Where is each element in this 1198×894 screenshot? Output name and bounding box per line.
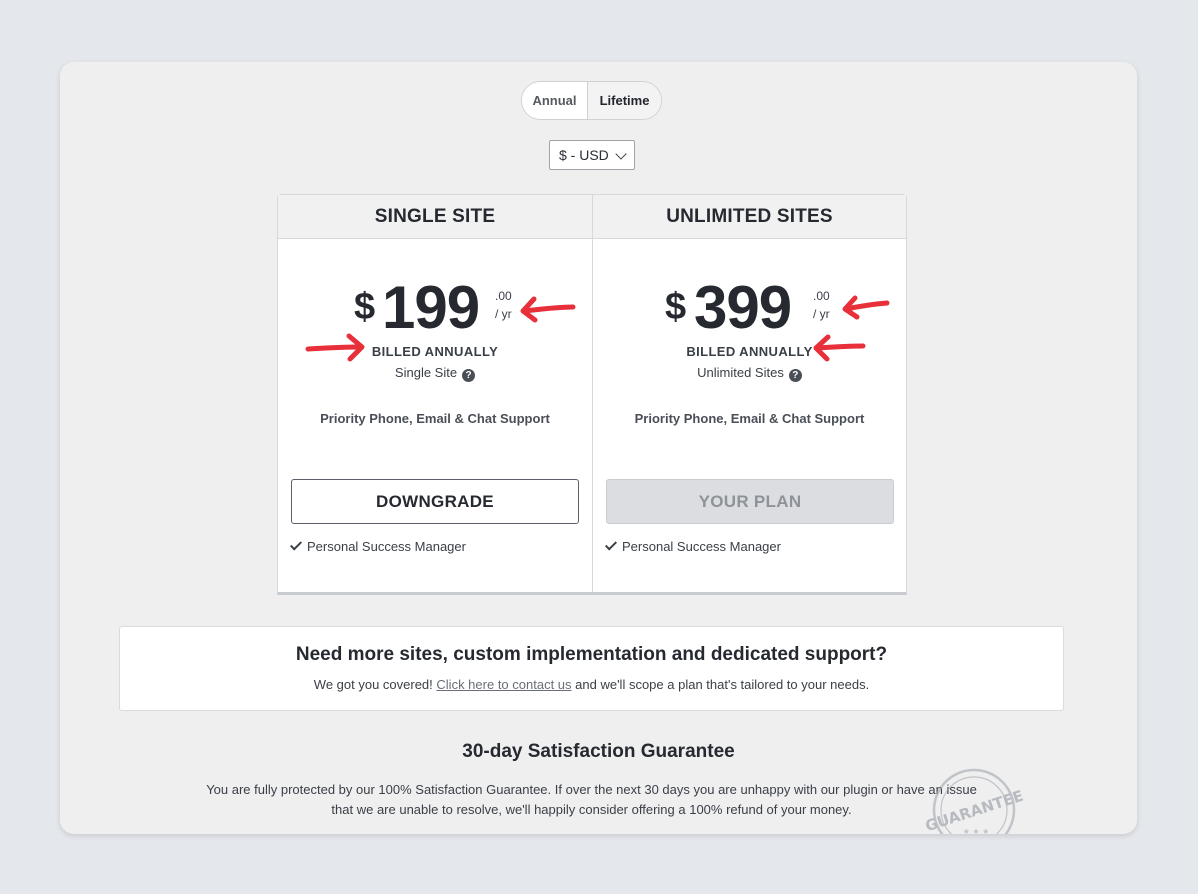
contact-box: Need more sites, custom implementation a…	[119, 626, 1064, 711]
contact-title: Need more sites, custom implementation a…	[295, 644, 888, 665]
price-cents: .00	[813, 289, 830, 303]
contact-text-after: and we'll scope a plan that's tailored t…	[575, 677, 870, 692]
price-cents: .00	[495, 289, 512, 303]
currency-symbol: $	[354, 286, 376, 328]
sites-label: Single Site?	[278, 365, 592, 382]
chevron-down-icon	[615, 148, 627, 160]
feature-text: Personal Success Manager	[307, 539, 466, 554]
pricing-panel: Annual Lifetime $ - USD SINGLE SITE $ 19…	[60, 62, 1137, 834]
annotation-arrow-left-icon	[842, 295, 890, 320]
plans-table: SINGLE SITE $ 199 .00 / yr BILLED ANNUAL…	[277, 194, 907, 595]
svg-text:★ ★ ★: ★ ★ ★	[963, 827, 990, 834]
plan-title: UNLIMITED SITES	[593, 195, 906, 239]
currency-select[interactable]: $ - USD	[549, 140, 635, 170]
sites-text: Single Site	[394, 365, 458, 380]
feature-text: Personal Success Manager	[622, 539, 781, 554]
annotation-arrow-left-icon	[520, 296, 576, 323]
plan-single-site: SINGLE SITE $ 199 .00 / yr BILLED ANNUAL…	[278, 195, 592, 592]
price-period: / yr	[495, 307, 512, 321]
sites-text: Unlimited Sites	[697, 365, 784, 380]
contact-text-before: We got you covered!	[313, 677, 433, 692]
feature-item: Personal Success Manager	[604, 538, 781, 554]
billing-label: BILLED ANNUALLY	[686, 344, 813, 359]
billing-label: BILLED ANNUALLY	[371, 344, 499, 359]
contact-text: We got you covered! Click here to contac…	[120, 677, 1063, 692]
guarantee-line-1: You are fully protected by our 100% Sati…	[206, 782, 977, 797]
your-plan-button[interactable]: YOUR PLAN	[606, 479, 894, 524]
toggle-annual[interactable]: Annual	[522, 82, 588, 119]
guarantee-text: You are fully protected by our 100% Sati…	[180, 780, 1003, 820]
help-icon[interactable]: ?	[462, 369, 476, 382]
downgrade-button[interactable]: DOWNGRADE	[291, 479, 579, 524]
guarantee-stamp-icon: GUARANTEE ★ ★ ★	[926, 768, 1026, 834]
price-period: / yr	[813, 307, 830, 321]
contact-link[interactable]: Click here to contact us	[436, 677, 571, 692]
currency-value: $ - USD	[559, 147, 609, 163]
plan-unlimited-sites: UNLIMITED SITES $ 399 .00 / yr BILLED AN…	[592, 195, 906, 592]
sites-label: Unlimited Sites?	[593, 365, 906, 382]
help-icon[interactable]: ?	[788, 369, 802, 382]
price-amount: 399	[694, 274, 792, 341]
billing-toggle: Annual Lifetime	[521, 81, 662, 120]
check-icon	[289, 538, 303, 551]
check-icon	[604, 538, 618, 551]
support-label: Priority Phone, Email & Chat Support	[634, 411, 865, 426]
guarantee-line-2: that we are unable to resolve, we'll hap…	[331, 802, 852, 817]
currency-symbol: $	[665, 286, 687, 328]
feature-item: Personal Success Manager	[289, 538, 466, 554]
toggle-lifetime[interactable]: Lifetime	[588, 82, 661, 119]
price-amount: 199	[382, 274, 480, 341]
support-label: Priority Phone, Email & Chat Support	[320, 411, 550, 426]
guarantee-title: 30-day Satisfaction Guarantee	[462, 741, 735, 762]
plan-title: SINGLE SITE	[278, 195, 592, 239]
